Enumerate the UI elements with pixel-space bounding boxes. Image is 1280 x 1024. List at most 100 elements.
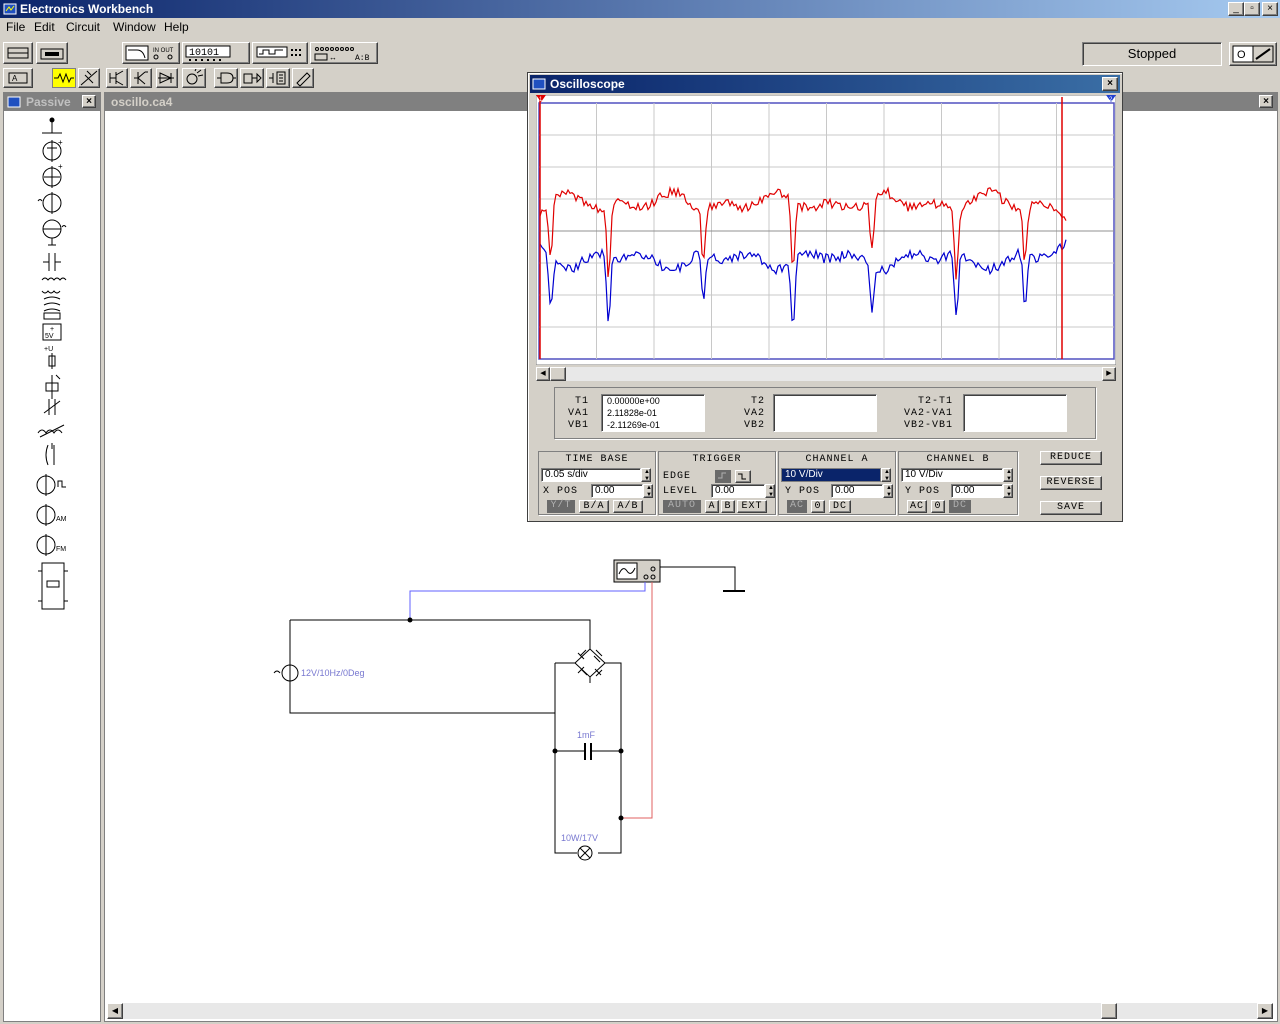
mixed-ics-bin-button[interactable]	[156, 68, 178, 88]
falling-edge-button[interactable]	[735, 470, 751, 483]
digital-ics-bin-button[interactable]	[214, 68, 238, 88]
app-titlebar: Electronics Workbench _ ▫ ×	[0, 0, 1280, 18]
trigger-ext-button[interactable]: EXT	[737, 500, 767, 513]
analog-ics-bin-button[interactable]	[130, 68, 152, 88]
resistor-icon	[54, 72, 74, 84]
parts-bin-close-button[interactable]: ×	[82, 95, 96, 108]
save-button[interactable]: SAVE	[1040, 501, 1102, 515]
level-spinner[interactable]: ▲ ▼	[765, 484, 775, 498]
variable-inductor-part[interactable]	[37, 424, 65, 438]
oscilloscope-screen[interactable]: 1 2	[536, 95, 1116, 365]
x-pos-field[interactable]: 0.00	[591, 484, 643, 498]
scope-scrollbar[interactable]: ◀ ▶	[536, 367, 1116, 381]
time-base-field[interactable]: 0.05 s/div	[541, 468, 641, 482]
parts-bin-title: Passive	[26, 95, 71, 109]
channel-a-ypos-field[interactable]: 0.00	[831, 484, 883, 498]
bridge-rectifier[interactable]	[574, 648, 606, 683]
channel-b-dc-button[interactable]: DC	[949, 500, 971, 513]
channel-b-ypos-spinner[interactable]: ▲ ▼	[1003, 484, 1013, 498]
close-button[interactable]: ×	[1262, 2, 1278, 16]
reduce-button[interactable]: REDUCE	[1040, 451, 1102, 465]
auto-trigger-button[interactable]: AUTO	[663, 500, 701, 513]
ba-button[interactable]: B/A	[579, 500, 609, 513]
dc-current-source-part[interactable]: +	[42, 162, 63, 188]
scroll-left-button[interactable]: ◀	[107, 1003, 123, 1019]
transistors-bin-button[interactable]	[106, 68, 128, 88]
basic-bin-button[interactable]	[52, 68, 76, 88]
diodes-bin-button[interactable]	[78, 68, 100, 88]
variable-capacitor-part[interactable]	[43, 399, 61, 415]
dc-voltage-source-part[interactable]: 5V+	[42, 323, 62, 341]
time-base-panel: TIME BASE 0.05 s/div ▲ ▼ X POS 0.00 ▲ ▼ Y/…	[538, 451, 656, 515]
trigger-a-button[interactable]: A	[705, 500, 719, 513]
controls-bin-button[interactable]	[266, 68, 290, 88]
lamp[interactable]	[577, 845, 593, 861]
new-circuit-button[interactable]	[3, 42, 33, 64]
x-pos-spinner[interactable]: ▲ ▼	[643, 484, 653, 498]
scroll-right-button[interactable]: ▶	[1257, 1003, 1273, 1019]
channel-a-scale-field[interactable]: 10 V/Div	[781, 468, 881, 482]
scope-scroll-right-button[interactable]: ▶	[1102, 367, 1116, 381]
battery-part[interactable]: +	[42, 138, 63, 162]
potentiometer-part[interactable]	[45, 374, 61, 399]
open-button[interactable]	[36, 42, 68, 64]
source-label: 12V/10Hz/0Deg	[301, 668, 365, 678]
level-field[interactable]: 0.00	[711, 484, 765, 498]
restore-button[interactable]: ▫	[1244, 2, 1260, 16]
logic-converter-button[interactable]: ↔ A:B	[310, 42, 378, 64]
fm-source-part[interactable]: FM	[36, 534, 66, 556]
menu-edit[interactable]: Edit	[34, 20, 55, 34]
vb1-value: -2.11269e-01	[607, 420, 660, 430]
ac-voltage-source-part[interactable]	[37, 192, 62, 214]
logic-gates-bin-button[interactable]	[240, 68, 264, 88]
menu-window[interactable]: Window	[113, 20, 156, 34]
logic-analyzer-button[interactable]	[252, 42, 308, 64]
channel-b-ac-button[interactable]: AC	[907, 500, 927, 513]
sources-bin-button[interactable]: A	[3, 68, 33, 88]
channel-b-ypos-label: Y POS	[905, 486, 941, 497]
scope-scroll-thumb[interactable]	[550, 367, 566, 381]
trigger-b-button[interactable]: B	[721, 500, 735, 513]
ab-button[interactable]: A/B	[613, 500, 643, 513]
menu-circuit[interactable]: Circuit	[66, 20, 100, 34]
am-source-part[interactable]: AM	[36, 504, 67, 526]
indicators-bin-button[interactable]	[182, 68, 206, 88]
miscellaneous-bin-button[interactable]	[292, 68, 314, 88]
channel-a-dc-button[interactable]: DC	[829, 500, 851, 513]
clock-source-part[interactable]	[36, 474, 66, 496]
reverse-button[interactable]: REVERSE	[1040, 476, 1102, 490]
relay-part[interactable]	[38, 562, 68, 610]
yt-button[interactable]: Y/T	[547, 500, 575, 513]
channel-a-zero-button[interactable]: 0	[811, 500, 825, 513]
filter-capacitor[interactable]	[552, 743, 624, 760]
horizontal-scrollbar[interactable]: ◀ ▶	[107, 1003, 1273, 1019]
oscilloscope-close-button[interactable]: ×	[1102, 77, 1118, 91]
word-generator-button[interactable]: 10101	[182, 42, 250, 64]
transformer-part[interactable]	[41, 277, 67, 320]
channel-b-scale-field[interactable]: 10 V/Div	[901, 468, 1003, 482]
voltage-controlled-source-part[interactable]: +U	[44, 346, 56, 369]
rising-edge-button[interactable]	[715, 470, 731, 483]
minimize-button[interactable]: _	[1228, 2, 1244, 16]
channel-b-scale-spinner[interactable]: ▲ ▼	[1003, 468, 1013, 482]
coupled-capacitor-part[interactable]	[45, 443, 55, 466]
power-switch[interactable]: O	[1229, 42, 1277, 66]
menu-file[interactable]: File	[6, 20, 25, 34]
channel-a-ac-button[interactable]: AC	[787, 500, 807, 513]
channel-a-ypos-spinner[interactable]: ▲ ▼	[883, 484, 893, 498]
scroll-thumb[interactable]	[1101, 1003, 1117, 1019]
channel-b-ypos-field[interactable]: 0.00	[951, 484, 1003, 498]
ac-current-source-part[interactable]	[42, 219, 67, 246]
time-base-spinner[interactable]: ▲ ▼	[641, 468, 651, 482]
t2-readout	[773, 394, 877, 432]
scope-scroll-left-button[interactable]: ◀	[536, 367, 550, 381]
oscilloscope-instrument[interactable]	[613, 559, 661, 583]
bode-plotter-button[interactable]: IN OUT	[122, 42, 180, 64]
menu-help[interactable]: Help	[164, 20, 189, 34]
capacitor-part[interactable]	[43, 253, 61, 271]
svg-text:+: +	[58, 138, 63, 147]
ground-part[interactable]	[42, 117, 62, 134]
ac-voltage-source[interactable]	[273, 664, 299, 682]
channel-a-scale-spinner[interactable]: ▲ ▼	[881, 468, 891, 482]
channel-b-zero-button[interactable]: 0	[931, 500, 945, 513]
